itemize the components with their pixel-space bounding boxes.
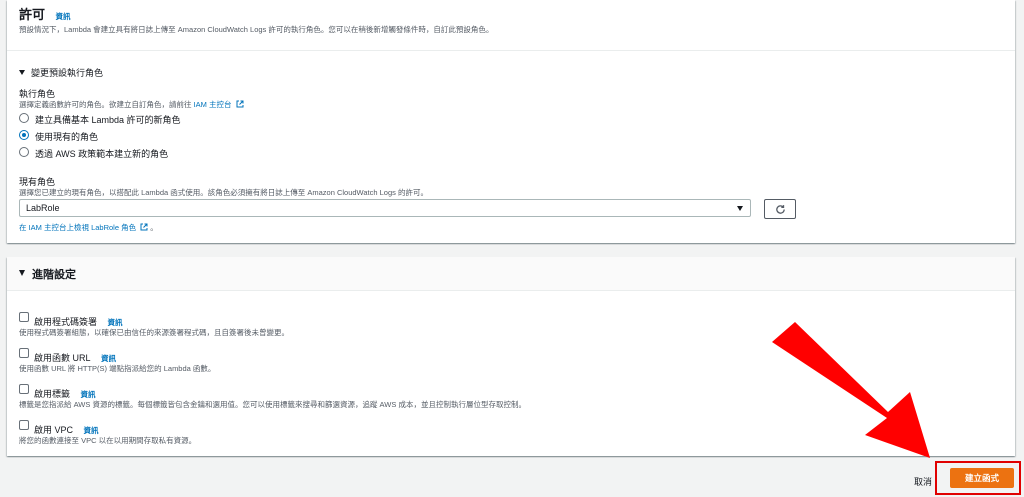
tags-checkbox[interactable]: [19, 384, 29, 394]
exec-role-description: 選擇定義函數許可的角色。欲建立自訂角色，請前往 IAM 主控台: [19, 99, 244, 110]
iam-console-link[interactable]: IAM 主控台: [194, 100, 232, 109]
radio-policy-template-label: 透過 AWS 政策範本建立新的角色: [35, 149, 169, 159]
tags-info-link[interactable]: 資訊: [80, 390, 95, 399]
code-signing-label: 啟用程式碼簽署: [34, 317, 98, 327]
refresh-button[interactable]: [764, 199, 796, 219]
divider: [7, 50, 1015, 51]
change-role-toggle-label: 變更預設執行角色: [31, 68, 104, 78]
caret-down-icon: [19, 270, 25, 276]
view-role-row: 在 IAM 主控台上檢視 LabRole 角色 。: [19, 223, 158, 232]
vpc-description: 將您的函數連接至 VPC 以在以用期間存取私有資源。: [19, 436, 197, 445]
radio-basic-role-label: 建立具備基本 Lambda 許可的新角色: [35, 115, 181, 125]
code-signing-description: 使用程式碼簽署組態，以確保已由信任的來源簽署程式碼，且自簽署後未曾變更。: [19, 328, 289, 337]
existing-role-value: LabRole: [26, 203, 60, 213]
existing-role-select[interactable]: LabRole: [19, 199, 751, 217]
function-url-info-link[interactable]: 資訊: [101, 354, 116, 363]
tags-description: 標籤是您指派給 AWS 資源的標籤。每個標籤皆包含金鑰和選用值。您可以使用標籤來…: [19, 400, 526, 409]
refresh-icon: [775, 204, 785, 214]
code-signing-checkbox[interactable]: [19, 312, 29, 322]
external-link-icon[interactable]: [236, 100, 244, 108]
annotation-arrow-icon: [772, 322, 930, 458]
cancel-button[interactable]: 取消: [914, 475, 932, 488]
vpc-label: 啟用 VPC: [34, 425, 74, 435]
radio-existing-role[interactable]: [19, 130, 29, 140]
function-url-label: 啟用函數 URL: [34, 353, 91, 363]
caret-down-icon: [19, 70, 25, 75]
advanced-settings-title: 進階設定: [32, 269, 76, 281]
change-role-toggle[interactable]: 變更預設執行角色: [19, 66, 103, 79]
function-url-checkbox[interactable]: [19, 348, 29, 358]
permissions-info-link[interactable]: 資訊: [55, 12, 70, 21]
advanced-settings-header[interactable]: 進階設定: [7, 257, 1015, 291]
view-role-link[interactable]: 在 IAM 主控台上檢視 LabRole 角色: [19, 223, 136, 232]
permissions-title: 許可: [19, 7, 46, 22]
exec-role-desc-text: 選擇定義函數許可的角色。欲建立自訂角色，請前往: [19, 100, 192, 109]
radio-existing-role-label: 使用現有的角色: [35, 132, 99, 142]
code-signing-info-link[interactable]: 資訊: [107, 318, 122, 327]
permissions-panel: 許可 資訊 預設情況下，Lambda 會建立具有將日誌上傳至 Amazon Cl…: [7, 0, 1015, 243]
radio-basic-role[interactable]: [19, 113, 29, 123]
vpc-info-link[interactable]: 資訊: [83, 426, 98, 435]
external-link-icon[interactable]: [140, 223, 148, 231]
permissions-header: 許可 資訊: [19, 4, 70, 24]
radio-policy-template[interactable]: [19, 147, 29, 157]
dropdown-caret-icon: [737, 206, 743, 211]
existing-role-description: 選擇您已建立的現有角色，以搭配此 Lambda 函式使用。該角色必須擁有將日誌上…: [19, 188, 428, 197]
permissions-description: 預設情況下，Lambda 會建立具有將日誌上傳至 Amazon CloudWat…: [19, 25, 494, 34]
tags-label: 啟用標籤: [34, 389, 71, 399]
vpc-checkbox[interactable]: [19, 420, 29, 430]
function-url-description: 使用函數 URL 將 HTTP(S) 端點指派給您的 Lambda 函數。: [19, 364, 216, 373]
